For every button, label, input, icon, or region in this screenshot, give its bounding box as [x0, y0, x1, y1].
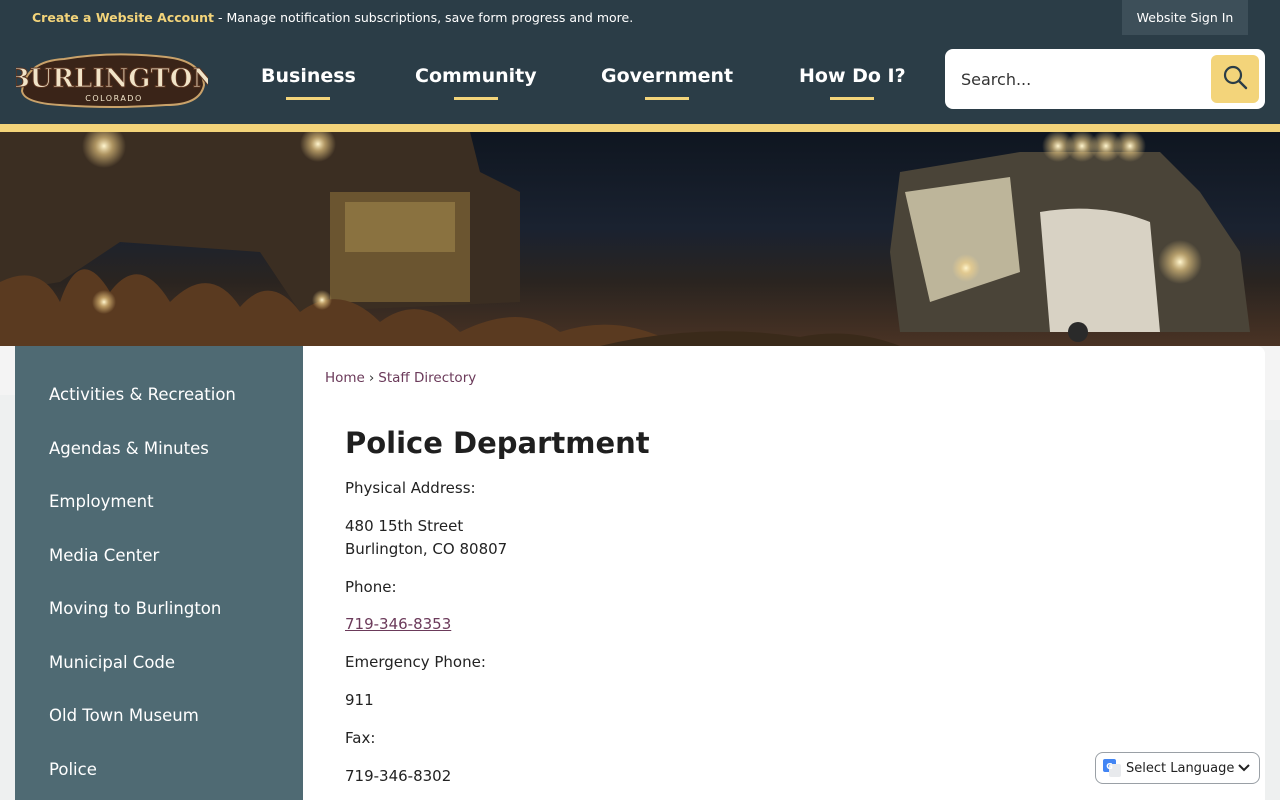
address-line-1: 480 15th Street	[345, 517, 464, 535]
phone-row: 719-346-8353	[345, 615, 451, 633]
nav-business-label: Business	[261, 65, 356, 87]
sidebar-item-agendas-minutes[interactable]: Agendas & Minutes	[49, 439, 209, 458]
google-translate-icon: G	[1102, 758, 1122, 778]
burlington-logo[interactable]: BURLINGTON COLORADO	[7, 47, 217, 111]
nav-government-label: Government	[601, 65, 734, 87]
sidebar-item-police[interactable]: Police	[49, 760, 97, 779]
emergency-phone-value: 911	[345, 691, 374, 709]
physical-address-label: Physical Address:	[345, 479, 476, 497]
address-line-2: Burlington, CO 80807	[345, 540, 508, 558]
phone-link[interactable]: 719-346-8353	[345, 615, 451, 633]
fax-label: Fax:	[345, 729, 376, 747]
emergency-phone-label: Emergency Phone:	[345, 653, 486, 671]
nav-underline	[453, 97, 498, 100]
create-account-link[interactable]: Create a Website Account	[32, 10, 214, 25]
header-accent-stripe	[0, 124, 1280, 132]
site-header: BURLINGTON COLORADO Business Community G…	[0, 35, 1280, 124]
sidebar-item-employment[interactable]: Employment	[49, 492, 154, 511]
nav-community-label: Community	[415, 65, 537, 87]
fax-value: 719-346-8302	[345, 767, 452, 785]
phone-label: Phone:	[345, 578, 397, 596]
sidebar-item-activities-recreation[interactable]: Activities & Recreation	[49, 385, 236, 404]
language-select[interactable]: G Select Language	[1095, 752, 1260, 784]
nav-business[interactable]: Business	[261, 65, 356, 100]
nav-underline	[645, 97, 690, 100]
nav-how-do-i-label: How Do I?	[799, 65, 906, 87]
nav-government[interactable]: Government	[601, 65, 734, 100]
search-icon	[1222, 64, 1248, 94]
banner-image	[0, 132, 1280, 346]
breadcrumb-separator: ›	[368, 370, 375, 386]
main-content: Home › Staff Directory Police Department P…	[303, 346, 1265, 800]
svg-text:G: G	[1106, 762, 1113, 771]
nav-community[interactable]: Community	[415, 65, 537, 100]
search-input[interactable]	[959, 64, 1209, 94]
utility-bar: Create a Website Account - Manage notifi…	[0, 0, 1280, 35]
nav-underline	[286, 97, 331, 100]
sidebar-nav: Activities & Recreation Agendas & Minute…	[15, 346, 303, 800]
logo-subtitle: COLORADO	[85, 94, 143, 103]
website-sign-in-button[interactable]: Website Sign In	[1122, 0, 1248, 35]
breadcrumb-staff-directory[interactable]: Staff Directory	[378, 370, 476, 386]
sidebar-item-municipal-code[interactable]: Municipal Code	[49, 653, 175, 672]
logo-title: BURLINGTON	[16, 64, 208, 94]
sidebar-item-moving-to-burlington[interactable]: Moving to Burlington	[49, 599, 221, 618]
page-title: Police Department	[345, 426, 650, 460]
search-box	[945, 49, 1265, 109]
breadcrumb-home[interactable]: Home	[325, 370, 365, 386]
sidebar-item-old-town-museum[interactable]: Old Town Museum	[49, 706, 199, 725]
nav-how-do-i[interactable]: How Do I?	[799, 65, 906, 100]
nav-underline	[830, 97, 875, 100]
sidebar-item-media-center[interactable]: Media Center	[49, 546, 159, 565]
account-message-text: - Manage notification subscriptions, sav…	[214, 10, 634, 25]
breadcrumb: Home › Staff Directory	[325, 370, 476, 386]
account-message: Create a Website Account - Manage notifi…	[32, 10, 633, 25]
chevron-down-icon	[1238, 763, 1251, 773]
language-select-label: Select Language	[1126, 760, 1235, 776]
search-button[interactable]	[1211, 55, 1259, 103]
